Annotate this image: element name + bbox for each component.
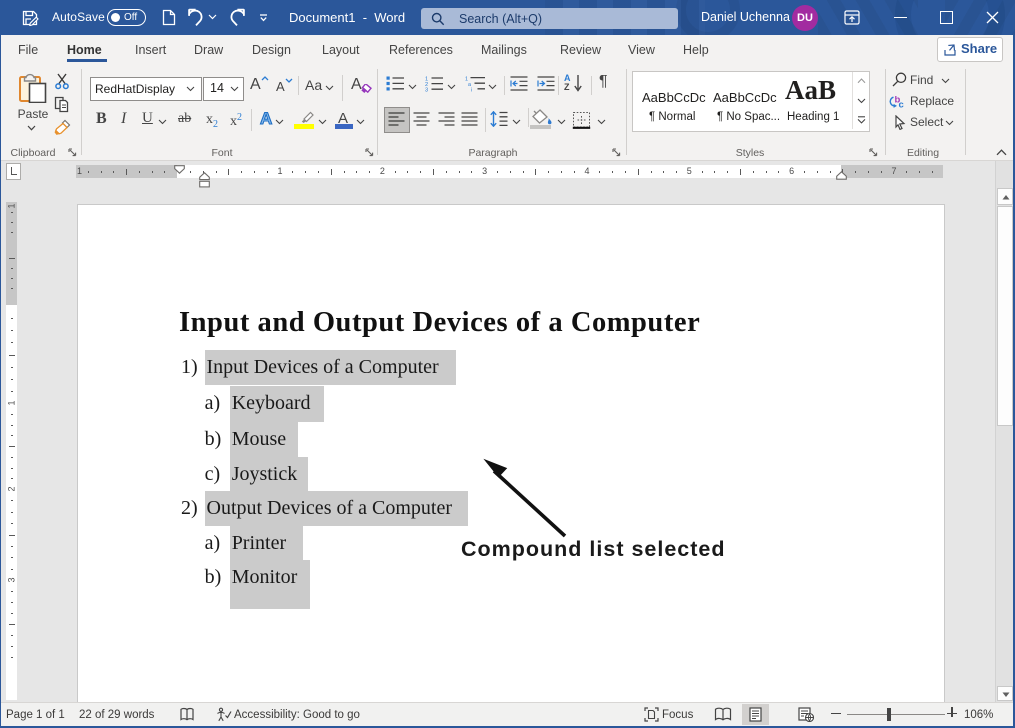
svg-text:3: 3 xyxy=(425,88,428,92)
svg-text:i: i xyxy=(471,88,472,92)
svg-text:c: c xyxy=(899,100,904,111)
